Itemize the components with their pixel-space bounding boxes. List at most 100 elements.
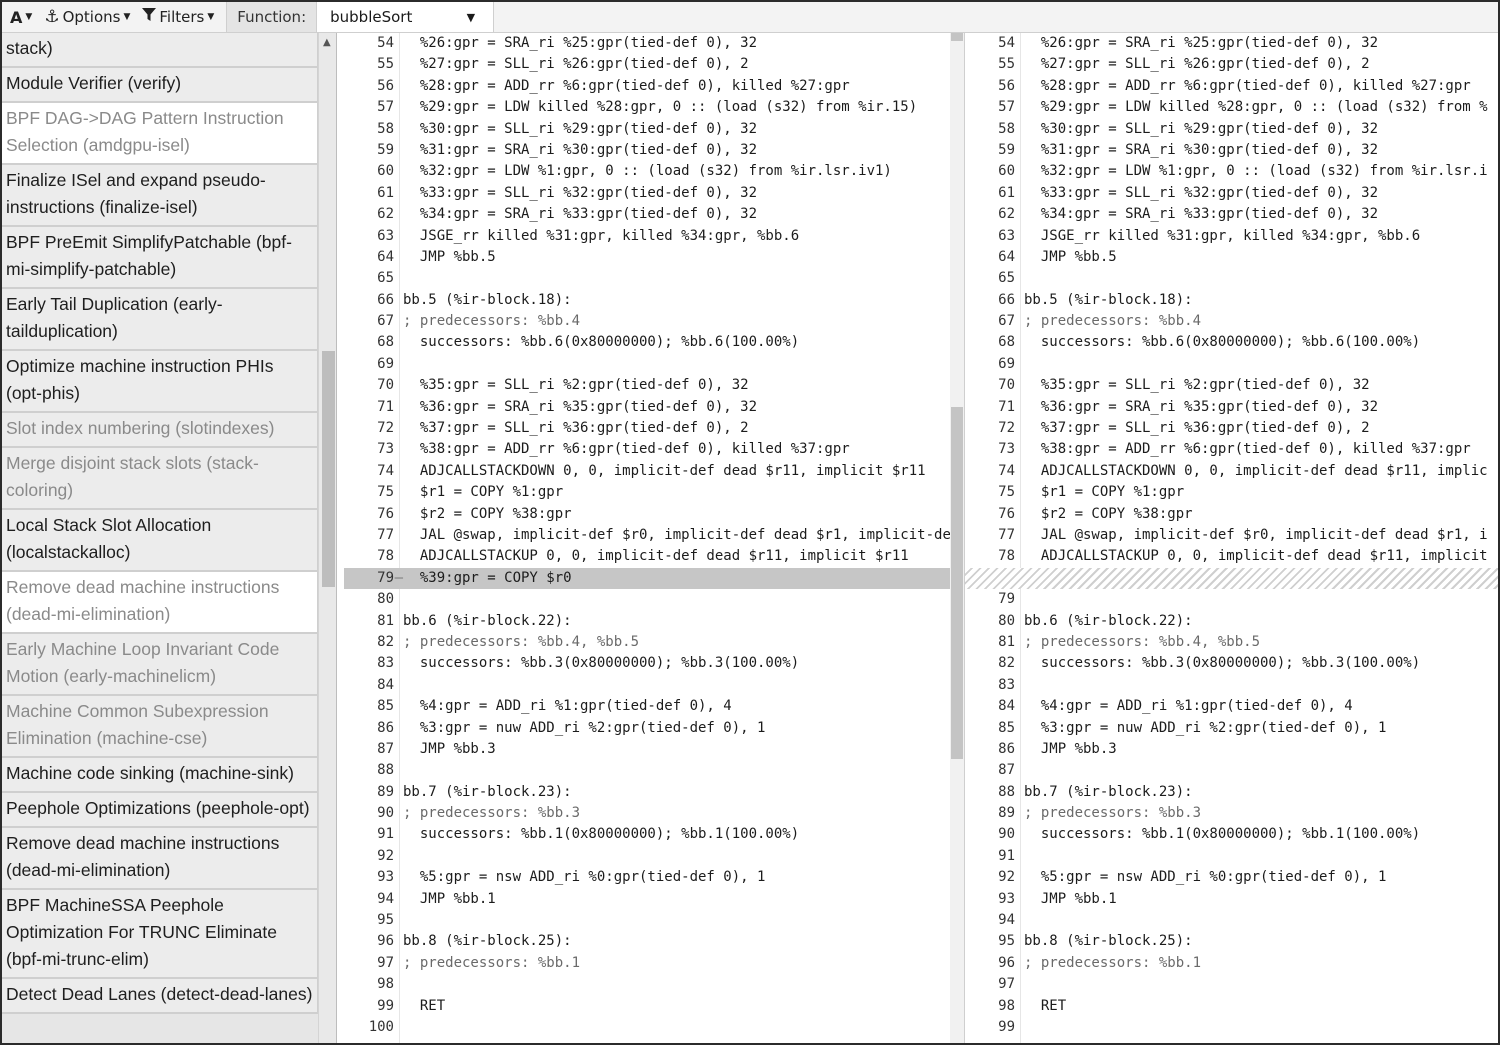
code-text: $r2 = COPY %38:gpr: [1024, 505, 1193, 522]
line-number: 60: [377, 163, 394, 180]
line-number: 81: [377, 612, 394, 629]
pass-item[interactable]: Module Verifier (verify): [2, 68, 318, 103]
pass-item[interactable]: stack): [2, 33, 318, 68]
line-number: 63: [998, 227, 1015, 244]
code-line: 89 ; predecessors: %bb.3: [965, 803, 1498, 824]
code-line: 92 %5:gpr = nsw ADD_ri %0:gpr(tied-def 0…: [965, 867, 1498, 888]
pass-item[interactable]: BPF MachineSSA Peephole Optimization For…: [2, 890, 318, 979]
code-line: 99: [965, 1017, 1498, 1038]
code-line: 70 %35:gpr = SLL_ri %2:gpr(tied-def 0), …: [344, 375, 964, 396]
line-number: 61: [377, 184, 394, 201]
code-line: 55 %27:gpr = SLL_ri %26:gpr(tied-def 0),…: [344, 54, 964, 75]
line-number: 62: [377, 206, 394, 223]
caret-down-icon: ▼: [123, 12, 131, 22]
code-line: 85 %3:gpr = nuw ADD_ri %2:gpr(tied-def 0…: [965, 718, 1498, 739]
code-line: 56 %28:gpr = ADD_rr %6:gpr(tied-def 0), …: [344, 76, 964, 97]
options-button[interactable]: ⚓ Options ▼: [38, 2, 136, 32]
sidebar-scrollbar[interactable]: ▲: [318, 33, 336, 1043]
pass-item[interactable]: Machine code sinking (machine-sink): [2, 758, 318, 793]
code-line: 68 successors: %bb.6(0x80000000); %bb.6(…: [344, 332, 964, 353]
code-text: %26:gpr = SRA_ri %25:gpr(tied-def 0), 32: [1024, 35, 1379, 51]
code-text: %39:gpr = COPY $r0: [403, 569, 572, 586]
line-number: 95: [998, 933, 1015, 950]
code-text: %36:gpr = SRA_ri %35:gpr(tied-def 0), 32: [403, 398, 758, 415]
code-line: 90 successors: %bb.1(0x80000000); %bb.1(…: [965, 824, 1498, 845]
line-number: 80: [998, 612, 1015, 629]
code-line: 87 JMP %bb.3: [344, 739, 964, 760]
pass-item[interactable]: Remove dead machine instructions (dead-m…: [2, 828, 318, 890]
code-lines-left: 53%25:gpr = SLL_ri %24:gpr(tied-def 0), …: [344, 33, 964, 1038]
pass-item[interactable]: Finalize ISel and expand pseudo-instruct…: [2, 165, 318, 227]
line-number: 98: [998, 997, 1015, 1014]
diff-scrollbar-thumb[interactable]: [951, 407, 963, 759]
line-number: 82: [377, 633, 394, 650]
code-text: JAL @swap, implicit-def $r0, implicit-de…: [1024, 526, 1488, 543]
code-line: 60 %32:gpr = LDW %1:gpr, 0 :: (load (s32…: [965, 161, 1498, 182]
font-size-button[interactable]: A ▼: [2, 2, 38, 32]
scroll-up-icon[interactable]: ▲: [323, 37, 331, 48]
pass-item[interactable]: Local Stack Slot Allocation (localstacka…: [2, 510, 318, 572]
code-line: 86 JMP %bb.3: [965, 739, 1498, 760]
code-text: %35:gpr = SLL_ri %2:gpr(tied-def 0), 32: [1024, 377, 1370, 394]
sidebar-scrollbar-thumb[interactable]: [322, 351, 335, 587]
line-number: 74: [377, 462, 394, 479]
code-text: %30:gpr = SLL_ri %29:gpr(tied-def 0), 32: [1024, 120, 1379, 137]
diff-pane-left[interactable]: 53%25:gpr = SLL_ri %24:gpr(tied-def 0), …: [344, 33, 964, 1043]
code-line: 69: [344, 354, 964, 375]
code-line: 55 %27:gpr = SLL_ri %26:gpr(tied-def 0),…: [965, 54, 1498, 75]
code-text: %35:gpr = SLL_ri %2:gpr(tied-def 0), 32: [403, 377, 749, 394]
code-text: bb.8 (%ir-block.25):: [403, 933, 572, 950]
code-line: 80 bb.6 (%ir-block.22):: [965, 611, 1498, 632]
code-line: 72 %37:gpr = SLL_ri %36:gpr(tied-def 0),…: [344, 418, 964, 439]
pass-item[interactable]: Early Tail Duplication (early-tailduplic…: [2, 289, 318, 351]
code-line: 54 %26:gpr = SRA_ri %25:gpr(tied-def 0),…: [965, 33, 1498, 54]
pass-item[interactable]: Optimize machine instruction PHIs (opt-p…: [2, 351, 318, 413]
pass-item[interactable]: Slot index numbering (slotindexes): [2, 413, 318, 448]
code-line: 65: [965, 268, 1498, 289]
code-line: 95 bb.8 (%ir-block.25):: [965, 931, 1498, 952]
line-number: 78: [377, 548, 394, 565]
line-number: 97: [377, 954, 394, 971]
pass-item[interactable]: Peephole Optimizations (peephole-opt): [2, 793, 318, 828]
function-select[interactable]: bubbleSort ▼: [316, 2, 495, 32]
code-line: 93 %5:gpr = nsw ADD_ri %0:gpr(tied-def 0…: [344, 867, 964, 888]
code-text: successors: %bb.6(0x80000000); %bb.6(100…: [403, 334, 800, 351]
code-line: 64 JMP %bb.5: [965, 247, 1498, 268]
pass-item[interactable]: Detect Dead Lanes (detect-dead-lanes): [2, 979, 318, 1014]
code-line: 61 %33:gpr = SLL_ri %32:gpr(tied-def 0),…: [344, 183, 964, 204]
line-number: 57: [377, 99, 394, 116]
code-line: 96 bb.8 (%ir-block.25):: [344, 931, 964, 952]
pass-item[interactable]: Remove dead machine instructions (dead-m…: [2, 572, 318, 634]
code-line: 89 bb.7 (%ir-block.23):: [344, 782, 964, 803]
line-number: 82: [998, 655, 1015, 672]
code-line: 90 ; predecessors: %bb.3: [344, 803, 964, 824]
code-line: 68 successors: %bb.6(0x80000000); %bb.6(…: [965, 332, 1498, 353]
code-text: %32:gpr = LDW %1:gpr, 0 :: (load (s32) f…: [403, 163, 892, 180]
diff-scrollbar[interactable]: [950, 33, 964, 1043]
code-line: 60 %32:gpr = LDW %1:gpr, 0 :: (load (s32…: [344, 161, 964, 182]
pass-item[interactable]: Machine Common Subexpression Elimination…: [2, 696, 318, 758]
line-number: 66: [377, 291, 394, 308]
diff-scrollbar-top[interactable]: [951, 33, 963, 41]
code-line: 57 %29:gpr = LDW killed %28:gpr, 0 :: (l…: [344, 97, 964, 118]
code-text: JMP %bb.3: [1024, 740, 1117, 757]
line-number: 59: [998, 141, 1015, 158]
code-line: 88 bb.7 (%ir-block.23):: [965, 782, 1498, 803]
line-number: 69: [998, 355, 1015, 372]
code-text: %29:gpr = LDW killed %28:gpr, 0 :: (load…: [403, 99, 918, 116]
line-number: 71: [998, 398, 1015, 415]
pass-item[interactable]: BPF DAG->DAG Pattern Instruction Selecti…: [2, 103, 318, 165]
pass-item[interactable]: Merge disjoint stack slots (stack-colori…: [2, 448, 318, 510]
code-text: %34:gpr = SRA_ri %33:gpr(tied-def 0), 32: [1024, 206, 1379, 223]
line-number: 75: [998, 484, 1015, 501]
diff-pane-right[interactable]: 53%25:gpr = SLL_ri %24:gpr(tied-def 0), …: [964, 33, 1498, 1043]
line-number: 68: [377, 334, 394, 351]
filters-button[interactable]: Filters ▼: [136, 2, 220, 32]
line-number: 85: [377, 698, 394, 715]
code-text: %37:gpr = SLL_ri %36:gpr(tied-def 0), 2: [1024, 420, 1370, 437]
font-label: A: [10, 7, 23, 27]
pass-item[interactable]: BPF PreEmit SimplifyPatchable (bpf-mi-si…: [2, 227, 318, 289]
pass-item[interactable]: Early Machine Loop Invariant Code Motion…: [2, 634, 318, 696]
code-line: 88: [344, 760, 964, 781]
line-number: 64: [377, 248, 394, 265]
